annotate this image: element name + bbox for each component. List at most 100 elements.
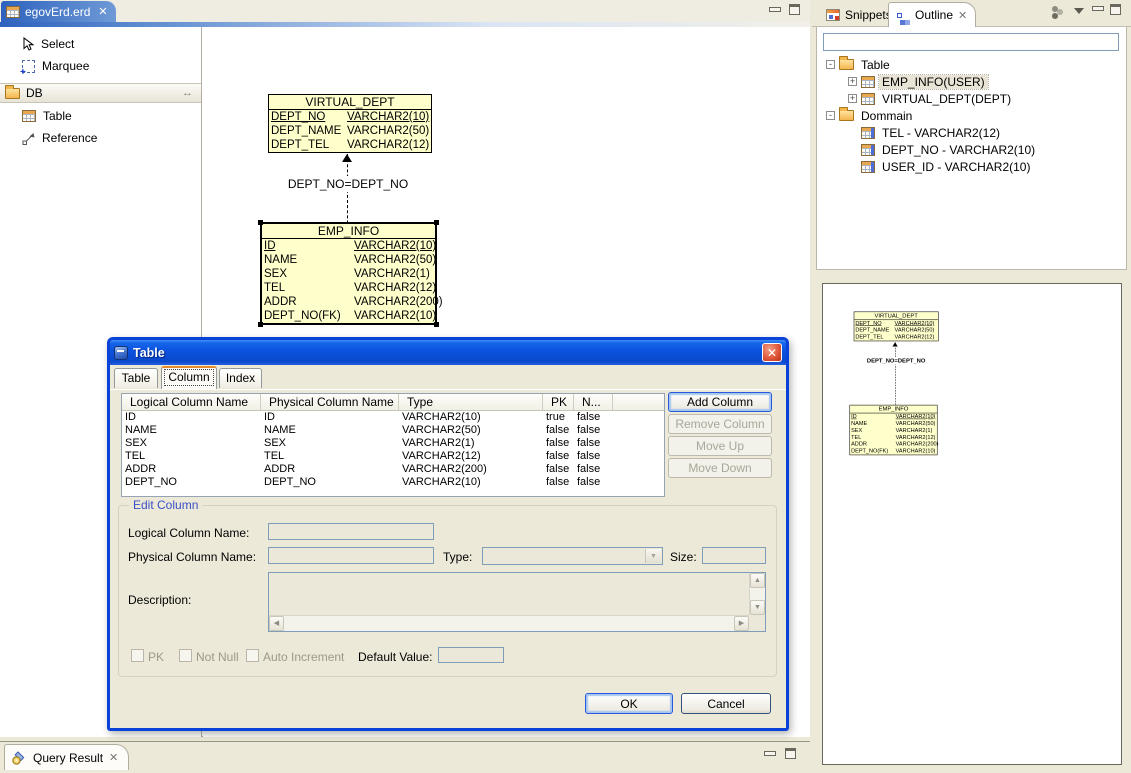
selection-handle[interactable] [434,322,439,327]
relation-label[interactable]: DEPT_NO=DEPT_NO [283,176,413,192]
erd-column-row: SEXVARCHAR2(1) [850,427,937,434]
selection-handle[interactable] [258,220,263,225]
erd-column-row: TELVARCHAR2(12) [262,281,435,295]
erd-column-row: DEPT_TELVARCHAR2(12) [269,138,431,152]
physical-column-name-input[interactable] [268,547,434,564]
grid-row[interactable]: NAMENAMEVARCHAR2(50)falsefalse [122,424,664,437]
grid-row[interactable]: IDIDVARCHAR2(10)truefalse [122,411,664,424]
grid-column-header[interactable]: Type [399,394,543,410]
tree-item[interactable]: + VIRTUAL_DEPT(DEPT) [817,90,1126,107]
move-up-button[interactable]: Move Up [668,436,772,456]
tree-item[interactable]: USER_ID - VARCHAR2(10) [817,158,1126,175]
logical-column-name-input[interactable] [268,523,434,540]
minus-expander-icon[interactable]: - [826,111,835,120]
plus-expander-icon[interactable]: + [848,77,857,86]
type-combobox[interactable]: ▼ [482,547,663,565]
palette-drawer-label: DB [26,86,43,100]
erd-column-row: DEPT_NAMEVARCHAR2(50) [854,327,938,334]
erd-table-virtual-dept[interactable]: VIRTUAL_DEPT DEPT_NOVARCHAR2(10)DEPT_NAM… [268,94,432,153]
tab-outline[interactable]: Outline ✕ [888,2,976,27]
type-label: Type: [443,550,472,564]
edit-column-group-label: Edit Column [129,498,202,512]
palette-item-reference[interactable]: Reference [0,127,201,149]
grid-row[interactable]: ADDRADDRVARCHAR2(200)falsefalse [122,463,664,476]
scroll-left-icon[interactable]: ◀ [269,616,284,631]
panel-maximize-icon[interactable] [785,748,796,759]
physical-column-name-label: Physical Column Name: [128,550,256,564]
dialog-tab-table[interactable]: Table [114,368,158,388]
view-menu-icon[interactable] [1050,5,1066,19]
grid-column-header[interactable]: Physical Column Name [261,394,399,410]
tab-query-result[interactable]: Query Result ✕ [4,744,129,770]
view-minimize-icon[interactable] [1092,6,1104,11]
minus-expander-icon[interactable]: - [826,60,835,69]
erd-table-emp-info[interactable]: EMP_INFO IDVARCHAR2(10)NAMEVARCHAR2(50)S… [260,222,437,325]
tree-item[interactable]: +EMP_INFO(USER) [817,73,1126,90]
dialog-titlebar[interactable]: Table ✕ [110,340,786,365]
cancel-button[interactable]: Cancel [681,693,771,714]
view-dropdown-icon[interactable] [1074,8,1084,14]
query-result-close-icon[interactable]: ✕ [109,751,118,764]
palette-tool-select[interactable]: Select [0,33,201,55]
scroll-right-icon[interactable]: ▶ [734,616,749,631]
combo-chevron-down-icon[interactable]: ▼ [645,549,661,563]
editor-minimize-icon[interactable] [769,7,781,12]
dialog-tab-column[interactable]: Column [161,366,217,389]
right-panel: Snippets Outline ✕ -Table+EMP_INFO(USER)… [812,0,1131,773]
palette-item-table[interactable]: Table [0,105,201,127]
palette-tool-marquee[interactable]: Marquee [0,55,201,77]
panel-minimize-icon[interactable] [764,751,776,756]
editor-tab-close-icon[interactable]: ✕ [98,5,107,18]
tree-item[interactable]: DEPT_NO - VARCHAR2(10) [817,141,1126,158]
tab-label: Outline [915,8,953,22]
selection-handle[interactable] [434,220,439,225]
move-down-button[interactable]: Move Down [668,458,772,478]
outline-filter-input[interactable] [823,33,1119,51]
tree-item-label: VIRTUAL_DEPT(DEPT) [879,92,1014,106]
not-null-checkbox[interactable] [179,649,192,662]
drawer-pin-icon[interactable]: ↔ [182,87,193,99]
marquee-icon [22,60,35,73]
grid-row[interactable]: TELTELVARCHAR2(12)falsefalse [122,450,664,463]
erd-table-title: EMP_INFO [262,224,435,239]
vertical-scrollbar[interactable]: ▲ ▼ [749,573,765,615]
add-column-button[interactable]: Add Column [668,392,772,412]
thumbnail-table-virtual-dept: VIRTUAL_DEPTDEPT_NOVARCHAR2(10)DEPT_NAME… [854,312,939,342]
palette-drawer-db[interactable]: DB ↔ [0,83,201,103]
erd-table-columns: DEPT_NOVARCHAR2(10)DEPT_NAMEVARCHAR2(50)… [269,110,431,152]
grid-column-header[interactable]: PK [543,394,574,410]
default-value-input[interactable] [438,647,504,663]
column-grid: Logical Column NamePhysical Column NameT… [121,393,665,497]
size-label: Size: [670,550,697,564]
tab-label: Snippets [845,8,892,22]
description-textarea[interactable]: ▲ ▼ ◀ ▶ [268,572,766,632]
tree-item[interactable]: -Dommain [817,107,1126,124]
editor-maximize-icon[interactable] [789,4,800,15]
horizontal-scrollbar[interactable]: ◀ ▶ [269,615,749,631]
outline-thumbnail[interactable]: VIRTUAL_DEPTDEPT_NOVARCHAR2(10)DEPT_NAME… [822,283,1122,765]
folder-icon [5,88,20,99]
tree-item[interactable]: -Table [817,56,1126,73]
remove-column-button[interactable]: Remove Column [668,414,772,434]
dialog-close-button[interactable]: ✕ [762,343,782,362]
scroll-up-icon[interactable]: ▲ [750,573,765,588]
pk-checkbox[interactable] [131,649,144,662]
grid-column-header[interactable]: N... [574,394,613,410]
grid-row[interactable]: DEPT_NODEPT_NOVARCHAR2(10)falsefalse [122,476,664,489]
grid-row[interactable]: SEXSEXVARCHAR2(1)falsefalse [122,437,664,450]
dialog-tab-index[interactable]: Index [219,368,262,388]
size-input[interactable] [702,547,766,564]
outline-tab-close-icon[interactable]: ✕ [958,9,967,22]
description-label: Description: [128,593,191,607]
editor-tab-egoverd[interactable]: egovErd.erd ✕ [1,1,116,22]
erd-column-row: DEPT_NOVARCHAR2(10) [269,110,431,124]
scroll-down-icon[interactable]: ▼ [750,600,765,615]
grid-column-header[interactable]: Logical Column Name [122,394,261,410]
auto-increment-checkbox[interactable] [246,649,259,662]
palette-item-label: Table [43,109,72,123]
selection-handle[interactable] [258,322,263,327]
view-maximize-icon[interactable] [1110,4,1121,15]
ok-button[interactable]: OK [585,693,673,714]
plus-expander-icon[interactable]: + [848,94,857,103]
tree-item[interactable]: TEL - VARCHAR2(12) [817,124,1126,141]
